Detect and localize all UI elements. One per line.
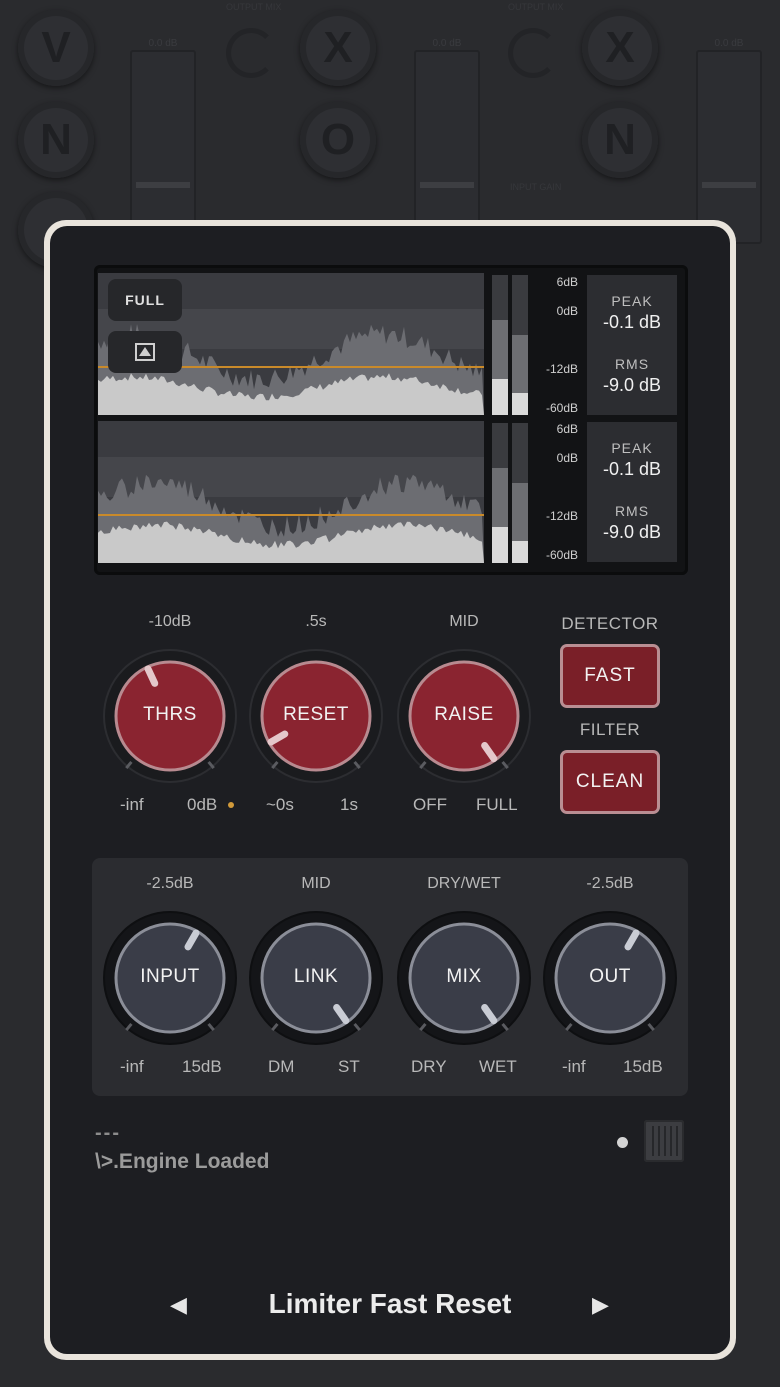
reset-value: .5s	[305, 613, 327, 630]
filter-label: FILTER	[579, 720, 641, 739]
host-button: X	[582, 10, 658, 86]
detector-fast-button[interactable]: FAST	[563, 647, 657, 705]
rms-value: -9.0 dB	[602, 375, 662, 395]
eject-button[interactable]	[108, 331, 182, 373]
reset-label: RESET	[283, 704, 349, 725]
mix-min: DRY	[411, 1057, 447, 1076]
host-knob	[508, 28, 558, 78]
thrs-knob[interactable]: THRS	[102, 648, 238, 784]
status-led	[617, 1137, 628, 1148]
preset-name[interactable]: Limiter Fast Reset	[200, 1288, 580, 1320]
host-button: O	[300, 102, 376, 178]
thrs-value: -10dB	[148, 613, 192, 630]
scale-minus60db: -60dB	[545, 401, 578, 415]
status-message: \>.Engine Loaded	[95, 1150, 270, 1173]
level-bar-r1	[512, 275, 528, 415]
peak-label: PEAK	[611, 440, 653, 456]
scale-minus60db: -60dB	[545, 548, 578, 562]
host-label: OUTPUT MIX	[508, 2, 564, 12]
host-fader: 0.0 dB	[130, 38, 196, 244]
scale-minus12db: -12dB	[545, 509, 578, 523]
out-value: -2.5dB	[586, 875, 634, 892]
host-fader: 0.0 dB	[414, 38, 480, 244]
host-button: X	[300, 10, 376, 86]
level-bar-l2	[492, 423, 508, 563]
mix-max: WET	[479, 1057, 517, 1076]
rms-label: RMS	[614, 503, 650, 519]
resize-grip[interactable]	[644, 1120, 684, 1162]
detector-label: DETECTOR	[561, 614, 659, 633]
waveform-right	[98, 421, 484, 563]
thrs-max: 0dB	[187, 795, 218, 814]
scale-minus12db: -12dB	[545, 362, 578, 376]
readout-channel-1: PEAK -0.1 dB RMS -9.0 dB	[587, 275, 677, 415]
input-value: -2.5dB	[146, 875, 194, 892]
readout-channel-2: PEAK -0.1 dB RMS -9.0 dB	[587, 422, 677, 562]
reset-min: ~0s	[266, 795, 294, 814]
host-button: N	[582, 102, 658, 178]
scale-0db: 0dB	[556, 451, 578, 465]
raise-label: RAISE	[434, 704, 494, 725]
thrs-min: -inf	[120, 795, 144, 814]
raise-max: FULL	[476, 795, 518, 814]
reset-max: 1s	[340, 795, 358, 814]
input-knob[interactable]: INPUT	[102, 910, 238, 1046]
thrs-indicator-dot	[228, 802, 234, 808]
level-bar-r2	[512, 423, 528, 563]
reset-knob[interactable]: RESET	[248, 648, 384, 784]
rms-value: -9.0 dB	[602, 522, 662, 542]
link-value: MID	[301, 875, 331, 892]
full-mode-button[interactable]: FULL	[108, 279, 182, 321]
input-max: 15dB	[182, 1057, 222, 1076]
status-dashes: ---	[95, 1122, 121, 1144]
filter-clean-button[interactable]: CLEAN	[563, 753, 657, 811]
eject-icon	[135, 343, 155, 361]
mix-value: DRY/WET	[427, 875, 501, 892]
host-button: N	[18, 102, 94, 178]
peak-value: -0.1 dB	[602, 312, 662, 332]
host-button: V	[18, 10, 94, 86]
link-min: DM	[268, 1057, 295, 1076]
out-max: 15dB	[623, 1057, 663, 1076]
scale-6db: 6dB	[556, 422, 578, 436]
mix-label: MIX	[446, 966, 482, 987]
out-min: -inf	[562, 1057, 586, 1076]
level-bar-l1	[492, 275, 508, 415]
thrs-label: THRS	[143, 704, 197, 725]
grip-icon	[652, 1126, 678, 1156]
host-fader: 0.0 dB	[696, 38, 762, 244]
link-label: LINK	[293, 966, 339, 987]
raise-min: OFF	[413, 795, 447, 814]
scale-0db: 0dB	[556, 304, 578, 318]
raise-value: MID	[449, 613, 479, 630]
mix-knob[interactable]: MIX	[396, 910, 532, 1046]
host-label: INPUT GAIN	[510, 182, 562, 192]
peak-label: PEAK	[611, 293, 653, 309]
rms-label: RMS	[614, 356, 650, 372]
input-min: -inf	[120, 1057, 144, 1076]
raise-knob[interactable]: RAISE	[396, 648, 532, 784]
prev-preset-button[interactable]: ◀	[170, 1292, 187, 1318]
host-knob	[226, 28, 276, 78]
scale-6db: 6dB	[556, 275, 578, 289]
out-knob[interactable]: OUT	[542, 910, 678, 1046]
link-max: ST	[338, 1057, 360, 1076]
link-knob[interactable]: LINK	[248, 910, 384, 1046]
input-label: INPUT	[140, 966, 200, 987]
next-preset-button[interactable]: ▶	[592, 1292, 609, 1318]
peak-value: -0.1 dB	[602, 459, 662, 479]
out-label: OUT	[589, 966, 631, 987]
host-label: OUTPUT MIX	[226, 2, 282, 12]
